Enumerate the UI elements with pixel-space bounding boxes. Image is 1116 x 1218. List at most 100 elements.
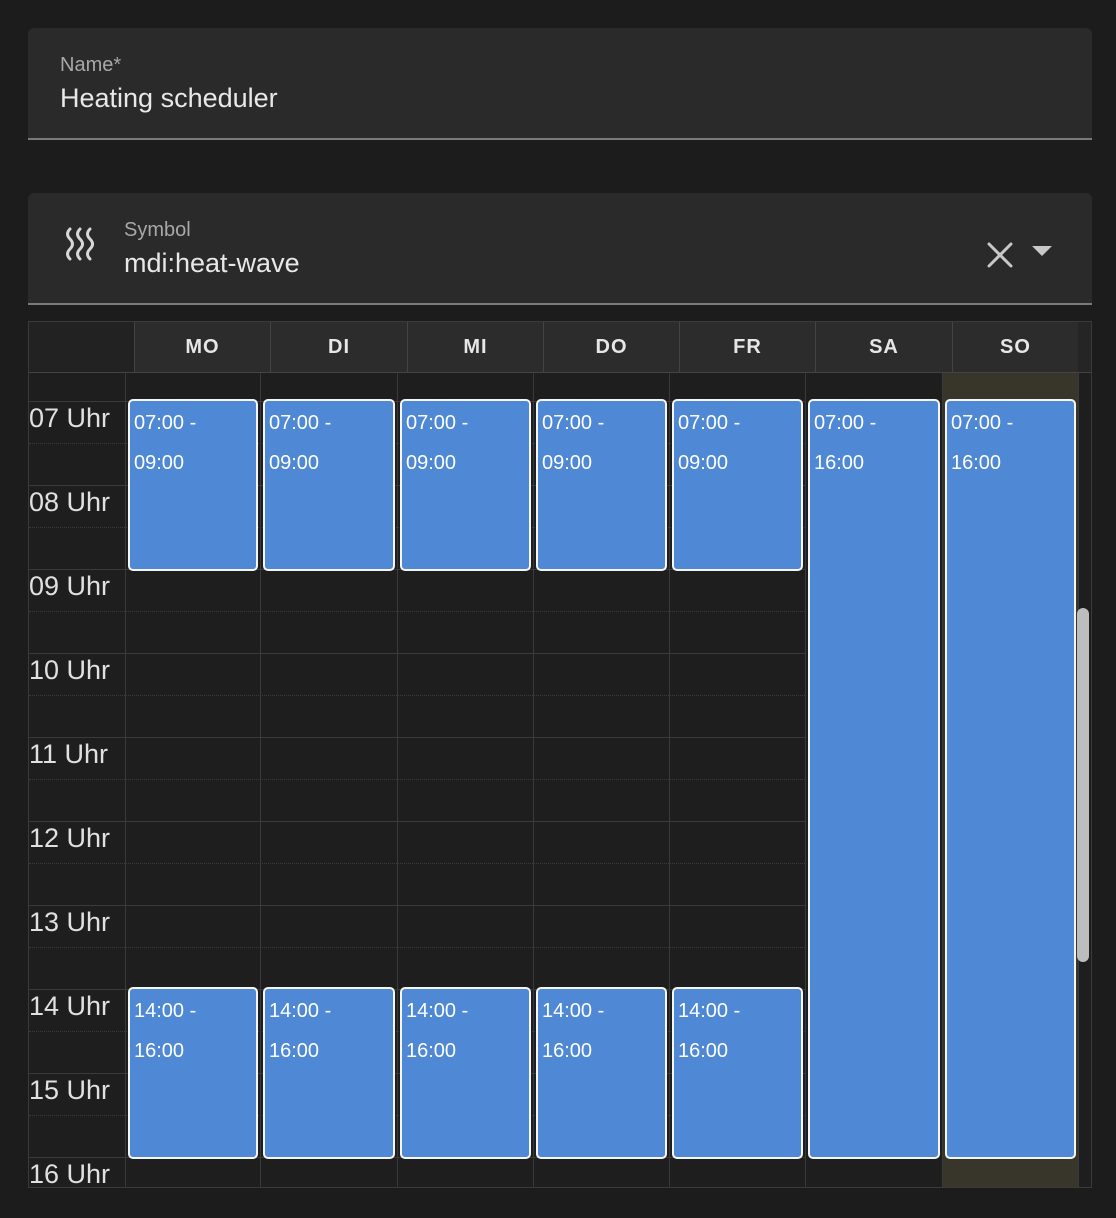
symbol-field[interactable]: Symbol mdi:heat-wave bbox=[28, 193, 1092, 305]
half-hour-gridline bbox=[125, 611, 805, 612]
hour-label: 07 Uhr bbox=[29, 403, 111, 433]
day-header-mi: MI bbox=[407, 322, 543, 372]
heat-wave-icon bbox=[66, 227, 94, 261]
hour-label: 09 Uhr bbox=[29, 571, 111, 601]
day-header-so: SO bbox=[952, 322, 1078, 372]
event-time-end: 16:00 bbox=[814, 452, 865, 474]
schedule-event-fr[interactable]: 14:00 - 16:00 bbox=[672, 987, 803, 1159]
day-header-do: DO bbox=[543, 322, 679, 372]
event-time-start: 07:00 - bbox=[678, 412, 741, 434]
event-time-start: 14:00 - bbox=[406, 1000, 469, 1022]
dropdown-arrow-icon[interactable] bbox=[1030, 243, 1054, 259]
event-time-end: 16:00 bbox=[542, 1040, 593, 1062]
event-time-end: 16:00 bbox=[269, 1040, 320, 1062]
event-time-start: 07:00 - bbox=[406, 412, 469, 434]
time-gutter-gridline bbox=[29, 905, 125, 906]
day-header-mo: MO bbox=[134, 322, 270, 372]
event-time-start: 07:00 - bbox=[269, 412, 332, 434]
day-column-divider bbox=[260, 373, 261, 1187]
calendar-scrollbar[interactable] bbox=[1077, 608, 1089, 962]
time-gutter-gridline bbox=[29, 1115, 125, 1116]
event-time-end: 09:00 bbox=[134, 452, 185, 474]
calendar-body[interactable]: 07 Uhr 08 Uhr 09 Uhr 10 Uhr 11 Uhr 12 Uhr 13 U… bbox=[29, 373, 1091, 1188]
time-gutter-gridline bbox=[29, 443, 125, 444]
time-gutter-gridline bbox=[29, 947, 125, 948]
name-input[interactable]: Heating scheduler bbox=[60, 83, 278, 114]
clear-icon[interactable] bbox=[982, 237, 1018, 273]
hour-gridline bbox=[125, 737, 805, 738]
hour-label: 14 Uhr bbox=[29, 991, 111, 1021]
time-gutter-gridline bbox=[29, 863, 125, 864]
event-time-end: 16:00 bbox=[678, 1040, 729, 1062]
header-corner bbox=[29, 322, 134, 372]
time-gutter-gridline bbox=[29, 737, 125, 738]
hour-gridline bbox=[125, 821, 805, 822]
day-column-divider bbox=[942, 373, 943, 1187]
hour-label: 10 Uhr bbox=[29, 655, 111, 685]
day-header-fr: FR bbox=[679, 322, 815, 372]
name-field-label: Name* bbox=[60, 54, 122, 76]
symbol-field-label: Symbol bbox=[124, 219, 191, 241]
day-column-divider bbox=[805, 373, 806, 1187]
day-header-di: DI bbox=[270, 322, 407, 372]
day-column-divider bbox=[397, 373, 398, 1187]
symbol-input[interactable]: mdi:heat-wave bbox=[124, 248, 300, 279]
time-gutter-gridline bbox=[29, 527, 125, 528]
time-gutter-gridline bbox=[29, 1157, 125, 1158]
schedule-event-fr[interactable]: 07:00 - 09:00 bbox=[672, 399, 803, 571]
hour-gridline bbox=[125, 653, 805, 654]
schedule-event-di[interactable]: 14:00 - 16:00 bbox=[263, 987, 395, 1159]
event-time-end: 09:00 bbox=[542, 452, 593, 474]
day-column-divider bbox=[125, 373, 126, 1187]
event-time-start: 14:00 - bbox=[134, 1000, 197, 1022]
time-gutter-gridline bbox=[29, 653, 125, 654]
day-column-divider bbox=[669, 373, 670, 1187]
schedule-event-mi[interactable]: 14:00 - 16:00 bbox=[400, 987, 531, 1159]
time-gutter-gridline bbox=[29, 779, 125, 780]
week-calendar: MO DI MI DO FR SA SO 07 Uhr 08 Uhr 09 Uhr 10 Uhr 1… bbox=[28, 321, 1092, 1188]
event-time-end: 09:00 bbox=[678, 452, 729, 474]
schedule-event-mi[interactable]: 07:00 - 09:00 bbox=[400, 399, 531, 571]
calendar-header: MO DI MI DO FR SA SO bbox=[29, 322, 1091, 373]
hour-label: 08 Uhr bbox=[29, 487, 111, 517]
event-time-start: 07:00 - bbox=[542, 412, 605, 434]
hour-label: 11 Uhr bbox=[29, 739, 109, 769]
day-column-divider bbox=[533, 373, 534, 1187]
schedule-event-mo[interactable]: 14:00 - 16:00 bbox=[128, 987, 258, 1159]
time-gutter-gridline bbox=[29, 611, 125, 612]
schedule-event-sa[interactable]: 07:00 - 16:00 bbox=[808, 399, 940, 1159]
half-hour-gridline bbox=[125, 695, 805, 696]
event-time-start: 14:00 - bbox=[542, 1000, 605, 1022]
event-time-end: 16:00 bbox=[134, 1040, 185, 1062]
schedule-event-di[interactable]: 07:00 - 09:00 bbox=[263, 399, 395, 571]
event-time-end: 16:00 bbox=[406, 1040, 457, 1062]
schedule-event-so[interactable]: 07:00 - 16:00 bbox=[945, 399, 1076, 1159]
event-time-start: 07:00 - bbox=[134, 412, 197, 434]
time-gutter-gridline bbox=[29, 401, 125, 402]
schedule-event-mo[interactable]: 07:00 - 09:00 bbox=[128, 399, 258, 571]
half-hour-gridline bbox=[125, 779, 805, 780]
day-header-sa: SA bbox=[815, 322, 952, 372]
time-gutter-gridline bbox=[29, 485, 125, 486]
time-gutter-gridline bbox=[29, 821, 125, 822]
time-gutter-gridline bbox=[29, 695, 125, 696]
event-time-start: 07:00 - bbox=[814, 412, 877, 434]
time-gutter-gridline bbox=[29, 1073, 125, 1074]
time-gutter-gridline bbox=[29, 569, 125, 570]
hour-label: 16 Uhr bbox=[29, 1159, 111, 1188]
half-hour-gridline bbox=[125, 863, 805, 864]
schedule-event-do[interactable]: 07:00 - 09:00 bbox=[536, 399, 667, 571]
scheduler-dialog: Name* Heating scheduler Symbol mdi:heat-… bbox=[0, 0, 1116, 1188]
time-gutter-gridline bbox=[29, 1031, 125, 1032]
name-field[interactable]: Name* Heating scheduler bbox=[28, 28, 1092, 140]
event-time-end: 09:00 bbox=[269, 452, 320, 474]
event-time-end: 16:00 bbox=[951, 452, 1002, 474]
hour-label: 13 Uhr bbox=[29, 907, 111, 937]
time-gutter-gridline bbox=[29, 989, 125, 990]
hour-label: 12 Uhr bbox=[29, 823, 111, 853]
event-time-end: 09:00 bbox=[406, 452, 457, 474]
event-time-start: 07:00 - bbox=[951, 412, 1014, 434]
event-time-start: 14:00 - bbox=[269, 1000, 332, 1022]
hour-label: 15 Uhr bbox=[29, 1075, 111, 1105]
schedule-event-do[interactable]: 14:00 - 16:00 bbox=[536, 987, 667, 1159]
